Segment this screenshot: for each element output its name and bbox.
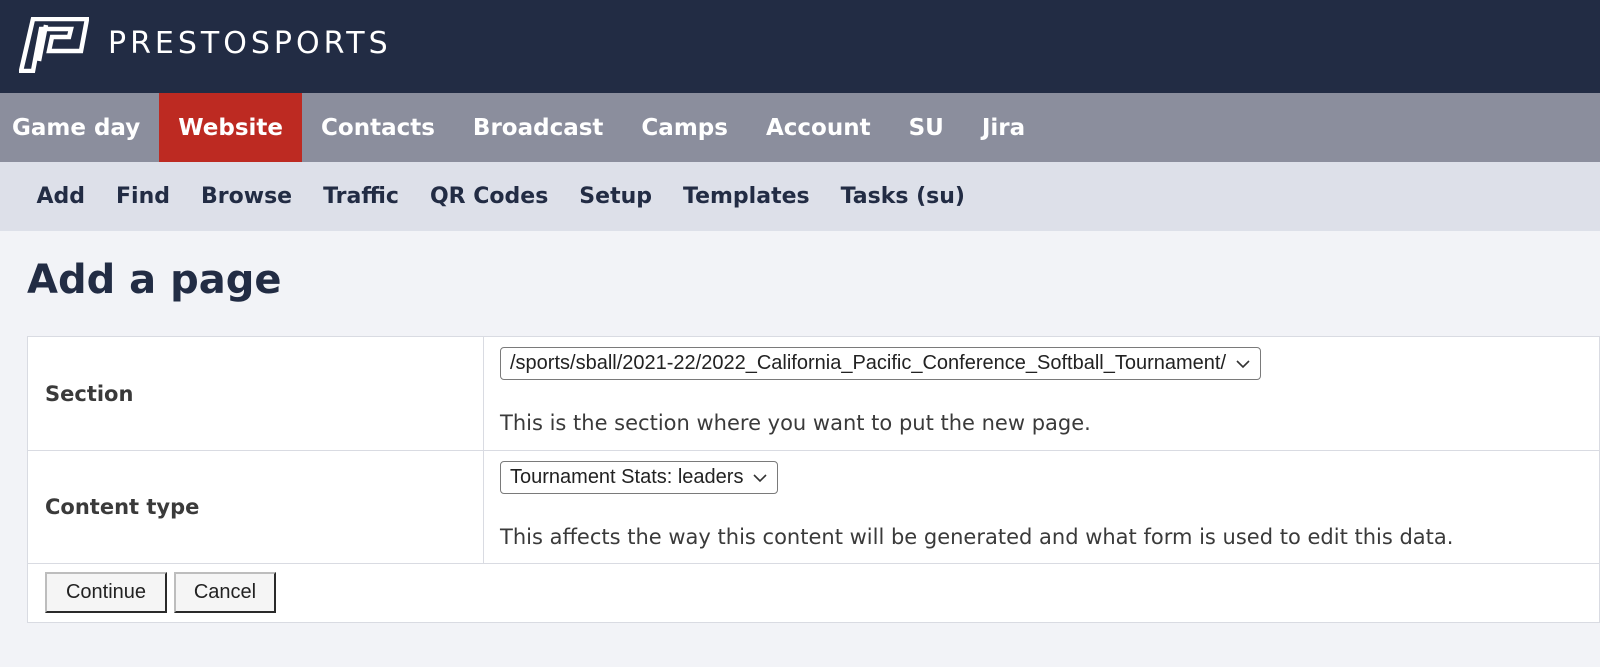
form-row-content-type: Content type Tournament Stats: leaders T… xyxy=(28,451,1600,564)
chevron-down-icon xyxy=(753,473,768,482)
sub-nav-find[interactable]: Find xyxy=(101,184,186,209)
add-page-form: Section /sports/sball/2021-22/2022_Calif… xyxy=(27,336,1600,623)
content-type-select-value: Tournament Stats: leaders xyxy=(510,466,744,488)
content-type-value-cell: Tournament Stats: leaders This affects t… xyxy=(484,451,1600,563)
main-nav-game-day[interactable]: Game day xyxy=(0,93,159,162)
main-nav-website[interactable]: Website xyxy=(159,93,303,162)
main-nav-contacts[interactable]: Contacts xyxy=(302,93,454,162)
section-label: Section xyxy=(28,337,484,450)
main-nav-account[interactable]: Account xyxy=(747,93,890,162)
main-nav-broadcast[interactable]: Broadcast xyxy=(454,93,623,162)
form-row-section: Section /sports/sball/2021-22/2022_Calif… xyxy=(28,337,1600,451)
main-nav-camps[interactable]: Camps xyxy=(622,93,747,162)
main-nav-su[interactable]: SU xyxy=(890,93,963,162)
sub-nav-setup[interactable]: Setup xyxy=(564,184,668,209)
chevron-down-icon xyxy=(1236,359,1250,368)
section-select-value: /sports/sball/2021-22/2022_California_Pa… xyxy=(510,352,1226,374)
sub-nav-traffic[interactable]: Traffic xyxy=(308,184,415,209)
sub-nav-tasks-su[interactable]: Tasks (su) xyxy=(825,184,980,209)
cancel-button[interactable]: Cancel xyxy=(174,572,276,613)
page-title: Add a page xyxy=(27,257,282,303)
section-select[interactable]: /sports/sball/2021-22/2022_California_Pa… xyxy=(500,347,1261,380)
sub-nav-browse[interactable]: Browse xyxy=(186,184,308,209)
sub-nav-add[interactable]: Add xyxy=(21,184,101,209)
continue-button[interactable]: Continue xyxy=(45,572,167,613)
brand-name[interactable]: PRESTOSPORTS xyxy=(108,24,392,64)
section-help-text: This is the section where you want to pu… xyxy=(500,411,1091,435)
prestosports-logo-icon[interactable] xyxy=(19,17,89,73)
sub-nav: Add Find Browse Traffic QR Codes Setup T… xyxy=(0,162,1600,231)
sub-nav-templates[interactable]: Templates xyxy=(668,184,826,209)
main-nav-jira[interactable]: Jira xyxy=(963,93,1044,162)
form-button-row: Continue Cancel xyxy=(28,564,1600,622)
brand-bar: PRESTOSPORTS xyxy=(0,0,1600,93)
sub-nav-qr-codes[interactable]: QR Codes xyxy=(414,184,563,209)
main-nav: Game day Website Contacts Broadcast Camp… xyxy=(0,93,1600,162)
content-type-label: Content type xyxy=(28,451,484,563)
content-type-select[interactable]: Tournament Stats: leaders xyxy=(500,461,779,494)
content-type-help-text: This affects the way this content will b… xyxy=(500,525,1454,549)
section-value-cell: /sports/sball/2021-22/2022_California_Pa… xyxy=(484,337,1600,450)
